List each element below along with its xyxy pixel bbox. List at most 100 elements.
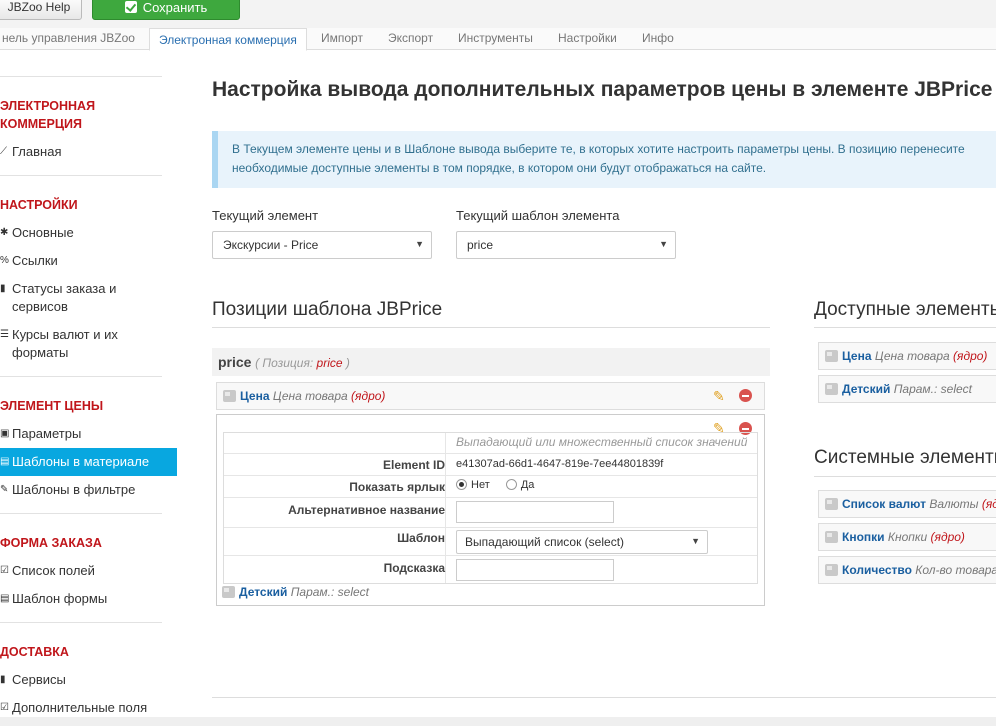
template-select-value: Выпадающий список (select) — [465, 535, 625, 549]
sidebar-item-label: Шаблоны в фильтре — [12, 482, 136, 497]
bottom-bar — [0, 717, 996, 726]
tab-ecommerce[interactable]: Электронная коммерция — [149, 28, 307, 51]
system-element-quantity[interactable]: Количество Кол-во товара — [818, 556, 996, 584]
element-type: Кол-во товара — [915, 563, 996, 577]
sidebar-divider — [0, 513, 162, 514]
save-button-label: Сохранить — [142, 0, 208, 15]
sidebar-item-label: Параметры — [12, 426, 82, 441]
chart-icon: ⟋ — [0, 146, 7, 157]
alt-name-input[interactable] — [456, 501, 614, 523]
show-label-radios: Нет Да — [456, 479, 534, 491]
tab-tools[interactable]: Инструменты — [458, 31, 533, 45]
sidebar-heading-order-form: ФОРМА ЗАКАЗА — [0, 536, 102, 550]
form-label: Element ID — [382, 458, 445, 472]
gear-icon: ✱ — [0, 227, 9, 238]
sidebar-item-parameters[interactable]: ▣ Параметры — [0, 425, 177, 443]
sidebar-item-label: Статусы заказа и сервисов — [12, 281, 117, 314]
position-element-price[interactable]: Цена Цена товара (ядро) — [216, 382, 765, 410]
element-type: Цена товара — [874, 349, 950, 363]
tab-export[interactable]: Экспорт — [388, 31, 433, 45]
sidebar-divider — [0, 175, 162, 176]
section-divider — [814, 327, 996, 328]
sidebar-item-order-statuses[interactable]: ▮ Статусы заказа и сервисов — [0, 280, 140, 316]
template-icon: ▤ — [0, 593, 10, 604]
element-name: Кнопки — [842, 530, 885, 544]
element-name: Список валют — [842, 497, 926, 511]
sidebar-item-form-template[interactable]: ▤ Шаблон формы — [0, 590, 177, 608]
sidebar-item-label: Курсы валют и их форматы — [12, 327, 118, 360]
element-core-tag: (ядро) — [981, 497, 996, 511]
sidebar-item-material-templates[interactable]: ▤ Шаблоны в материале — [0, 448, 177, 476]
link-icon: % — [0, 255, 9, 266]
element-name: Цена — [240, 389, 270, 403]
system-element-buttons[interactable]: Кнопки Кнопки (ядро) — [818, 523, 996, 551]
save-button[interactable]: Сохранить — [92, 0, 240, 20]
sidebar-item-label: Список полей — [12, 563, 95, 578]
position-meta-prefix: ( Позиция: — [255, 356, 317, 370]
form-row-show-label: Показать ярлык Нет Да — [224, 475, 757, 497]
current-element-select[interactable]: Экскурсии - Price ▼ — [212, 231, 432, 259]
remove-icon[interactable] — [739, 389, 752, 402]
radio-yes[interactable] — [505, 479, 517, 490]
sidebar-item-field-list[interactable]: ☑ Список полей — [0, 562, 177, 580]
cube-icon — [825, 383, 838, 395]
sidebar-item-general[interactable]: ✱ Основные — [0, 224, 177, 242]
element-type: Парам.: select — [290, 585, 370, 599]
sidebar-item-services[interactable]: ▮ Сервисы — [0, 671, 177, 689]
sidebar-item-home[interactable]: ⟋ Главная — [0, 143, 177, 161]
checkbox-icon: ☑ — [0, 565, 9, 576]
position-element-children[interactable]: Детский Парам.: select — [222, 585, 369, 599]
element-name: Детский — [842, 382, 891, 396]
radio-no[interactable] — [456, 479, 467, 490]
sidebar-item-currencies[interactable]: ☰ Курсы валют и их форматы — [0, 326, 128, 362]
form-description: Выпадающий или множественный список знач… — [456, 435, 748, 449]
position-meta: ( Позиция: price ) — [255, 356, 350, 370]
sidebar-item-extra-fields[interactable]: ☑ Дополнительные поля — [0, 699, 177, 717]
toolbar: JBZoo Help Сохранить — [0, 0, 996, 28]
sidebar-heading-settings: НАСТРОЙКИ — [0, 198, 78, 212]
list-icon: ☰ — [0, 329, 9, 340]
current-element-label: Текущий элемент — [212, 208, 319, 223]
element-core-tag: (ядро) — [930, 530, 965, 544]
element-core-tag: (ядро) — [351, 389, 386, 403]
cube-icon — [223, 390, 236, 402]
tab-info[interactable]: Инфо — [642, 31, 674, 45]
hint-input[interactable] — [456, 559, 614, 581]
form-label: Подсказка — [383, 561, 445, 575]
available-element-price[interactable]: Цена Цена товара (ядро) — [818, 342, 996, 370]
sidebar-item-links[interactable]: % Ссылки — [0, 252, 177, 270]
tab-control-panel[interactable]: нель управления JBZoo — [2, 31, 135, 45]
help-button[interactable]: JBZoo Help — [0, 0, 82, 20]
sidebar-divider — [0, 622, 162, 623]
positions-title: Позиции шаблона JBPrice — [212, 299, 443, 320]
system-element-currencies[interactable]: Список валют Валюты (ядро) — [818, 490, 996, 518]
sidebar-item-filter-templates[interactable]: ✎ Шаблоны в фильтре — [0, 481, 177, 499]
info-alert: В Текущем элементе цены и в Шаблоне выво… — [212, 131, 996, 188]
form-label: Шаблон — [397, 531, 445, 545]
sidebar-item-label: Шаблон формы — [12, 591, 108, 606]
card-icon: ▣ — [0, 428, 10, 439]
checkbox-icon: ☑ — [0, 702, 9, 713]
pencil-icon[interactable]: ✎ — [713, 389, 727, 403]
available-element-children[interactable]: Детский Парам.: select — [818, 375, 996, 403]
sidebar-item-label: Шаблоны в материале — [12, 454, 150, 469]
page-title: Настройка вывода дополнительных параметр… — [212, 78, 993, 101]
template-select[interactable]: Выпадающий список (select) ▼ — [456, 530, 708, 554]
current-template-select[interactable]: price ▼ — [456, 231, 676, 259]
current-template-label: Текущий шаблон элемента — [456, 208, 620, 223]
tab-settings[interactable]: Настройки — [558, 31, 617, 45]
sidebar-item-label: Ссылки — [12, 253, 58, 268]
position-name: price — [218, 354, 252, 370]
caret-down-icon: ▼ — [415, 239, 424, 249]
template-icon: ▤ — [0, 456, 10, 467]
current-template-value: price — [467, 238, 494, 252]
form-row-alt-name: Альтернативное название — [224, 497, 757, 527]
alert-line: необходимые доступные элементы в том пор… — [232, 161, 767, 175]
system-elements-title: Системные элементы — [814, 447, 996, 468]
position-meta-value: price — [316, 356, 343, 370]
tab-import[interactable]: Импорт — [321, 31, 363, 45]
wrench-icon: ✎ — [0, 484, 9, 495]
element-type: Кнопки — [887, 530, 928, 544]
form-row-template: Шаблон Выпадающий список (select) ▼ — [224, 527, 757, 555]
caret-down-icon: ▼ — [691, 536, 700, 546]
